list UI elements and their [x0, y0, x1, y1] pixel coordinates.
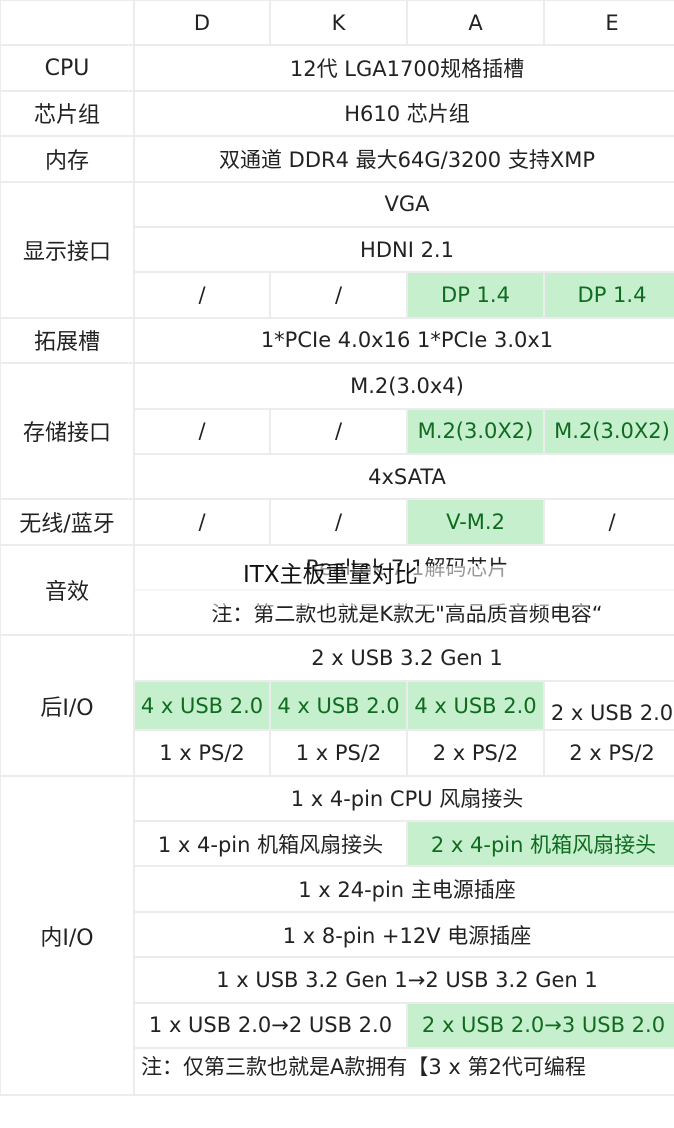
row-label-expansion: 拓展槽: [0, 316, 135, 365]
column-header-d: D: [133, 0, 271, 47]
rear-usb20-e: 2 x USB 2.0: [543, 679, 674, 732]
row-cpu: CPU 12代 LGA1700规格插槽: [0, 44, 674, 92]
row-label-wireless: 无线/蓝牙: [0, 498, 135, 546]
m2-secondary-e: M.2(3.0X2): [543, 407, 674, 455]
row-label-audio: 音效: [0, 543, 135, 637]
chipset-value: H610 芯片组: [133, 89, 674, 138]
ps2-k: 1 x PS/2: [269, 729, 408, 777]
row-display-vga: 显示接口 VGA: [0, 180, 674, 319]
case-fan-dk: 1 x 4-pin 机箱风扇接头: [133, 820, 408, 868]
expansion-value: 1*PCIe 4.0x16 1*PCIe 3.0x1: [133, 316, 674, 365]
memory-value: 双通道 DDR4 最大64G/3200 支持XMP: [133, 135, 674, 183]
row-rear-io-usb32: 后I/O 2 x USB 3.2 Gen 1: [0, 634, 674, 777]
m2-secondary-d: /: [133, 407, 271, 455]
row-label-internal-io: 内I/O: [0, 774, 135, 1097]
overlay-title: ITX主板重量对比: [243, 555, 418, 589]
case-fan-ae: 2 x 4-pin 机箱风扇接头: [406, 820, 674, 868]
rear-usb20-d: 4 x USB 2.0: [133, 679, 271, 732]
column-header-a: A: [406, 0, 545, 47]
header-row: D K A E: [0, 0, 674, 47]
wireless-d: /: [133, 498, 271, 546]
row-storage-m2-primary: 存储接口 M.2(3.0x4): [0, 362, 674, 501]
column-header-k: K: [269, 0, 408, 47]
row-label-display: 显示接口: [0, 180, 135, 319]
ps2-a: 2 x PS/2: [406, 729, 545, 777]
display-hdmi: HDNI 2.1: [133, 225, 674, 274]
wireless-k: /: [269, 498, 408, 546]
dp-e: DP 1.4: [543, 271, 674, 319]
row-label-storage: 存储接口: [0, 362, 135, 501]
internal-usb32-header: 1 x USB 3.2 Gen 1→2 USB 3.2 Gen 1: [133, 956, 674, 1004]
column-header-e: E: [543, 0, 674, 47]
corner-cell: [0, 0, 135, 47]
internal-cpu-power: 1 x 8-pin +12V 电源插座: [133, 910, 674, 959]
row-internal-cpu-fan: 内I/O 1 x 4-pin CPU 风扇接头: [0, 774, 674, 1097]
dp-a: DP 1.4: [406, 271, 545, 319]
row-label-memory: 内存: [0, 135, 135, 183]
row-expansion: 拓展槽 1*PCIe 4.0x16 1*PCIe 3.0x1: [0, 316, 674, 365]
dp-d: /: [133, 271, 271, 319]
wireless-e: /: [543, 498, 674, 546]
internal-atx-power: 1 x 24-pin 主电源插座: [133, 865, 674, 913]
m2-secondary-k: /: [269, 407, 408, 455]
storage-sata: 4xSATA: [133, 452, 674, 501]
row-label-chipset: 芯片组: [0, 89, 135, 138]
cpu-value: 12代 LGA1700规格插槽: [133, 44, 674, 92]
display-vga: VGA: [133, 180, 674, 228]
ps2-e: 2 x PS/2: [543, 729, 674, 777]
storage-m2-primary: M.2(3.0x4): [133, 362, 674, 410]
ps2-d: 1 x PS/2: [133, 729, 271, 777]
internal-cpu-fan: 1 x 4-pin CPU 风扇接头: [133, 774, 674, 823]
row-label-rear-io: 后I/O: [0, 634, 135, 777]
usb20-header-dk: 1 x USB 2.0→2 USB 2.0: [133, 1001, 408, 1049]
row-chipset: 芯片组 H610 芯片组: [0, 89, 674, 138]
dp-k: /: [269, 271, 408, 319]
row-label-cpu: CPU: [0, 44, 135, 92]
internal-note: 注：仅第三款也就是A款拥有【3 x 第2代可编程: [133, 1046, 674, 1097]
wireless-a: V-M.2: [406, 498, 545, 546]
m2-secondary-a: M.2(3.0X2): [406, 407, 545, 455]
usb20-header-ae: 2 x USB 2.0→3 USB 2.0: [406, 1001, 674, 1049]
rear-io-usb32: 2 x USB 3.2 Gen 1: [133, 634, 674, 682]
spec-comparison-table: D K A E CPU 12代 LGA1700规格插槽 芯片组 H610 芯片组…: [0, 0, 674, 1097]
row-wireless: 无线/蓝牙 / / V-M.2 /: [0, 498, 674, 546]
rear-usb20-k: 4 x USB 2.0: [269, 679, 408, 732]
row-memory: 内存 双通道 DDR4 最大64G/3200 支持XMP: [0, 135, 674, 183]
rear-usb20-a: 4 x USB 2.0: [406, 679, 545, 732]
